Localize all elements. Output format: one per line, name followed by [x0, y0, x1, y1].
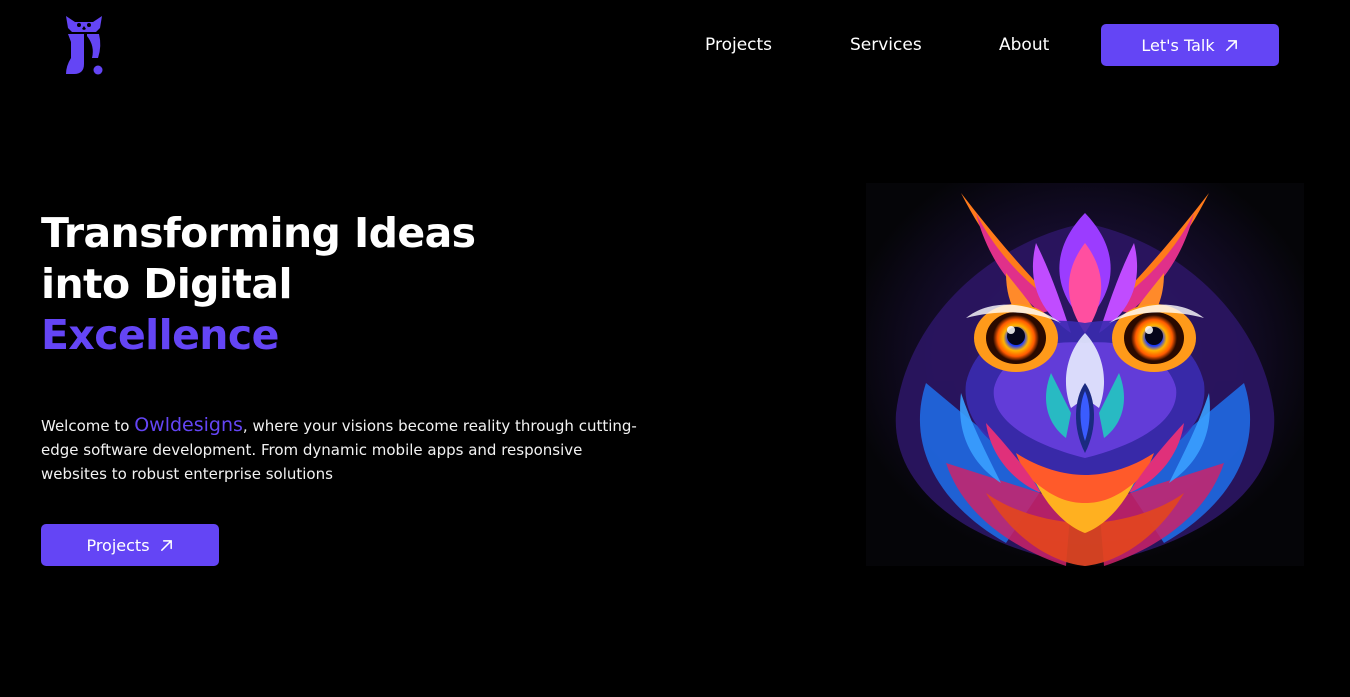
landing-page: Projects Services About Let's Talk Trans… [0, 0, 1350, 697]
lets-talk-button[interactable]: Let's Talk [1101, 24, 1279, 66]
intro-prefix: Welcome to [41, 417, 135, 435]
headline-line-2: into Digital [41, 260, 293, 308]
lets-talk-label: Let's Talk [1141, 35, 1215, 55]
colorful-owl-illustration [866, 183, 1304, 566]
arrow-up-right-icon [160, 539, 172, 551]
arrow-up-right-icon [1225, 39, 1237, 51]
nav-link-about[interactable]: About [999, 34, 1049, 56]
headline-line-1: Transforming Ideas [41, 209, 476, 257]
headline-accent: Excellence [41, 311, 279, 359]
hero-headline: Transforming Ideas into Digital Excellen… [41, 208, 601, 361]
projects-button-label: Projects [86, 535, 150, 555]
nav-link-projects[interactable]: Projects [705, 34, 772, 56]
nav-link-services[interactable]: Services [850, 34, 922, 56]
intro-brand: Owldesigns [134, 414, 243, 436]
projects-button[interactable]: Projects [41, 524, 219, 566]
hero-intro: Welcome to Owldesigns, where your vision… [41, 413, 641, 486]
